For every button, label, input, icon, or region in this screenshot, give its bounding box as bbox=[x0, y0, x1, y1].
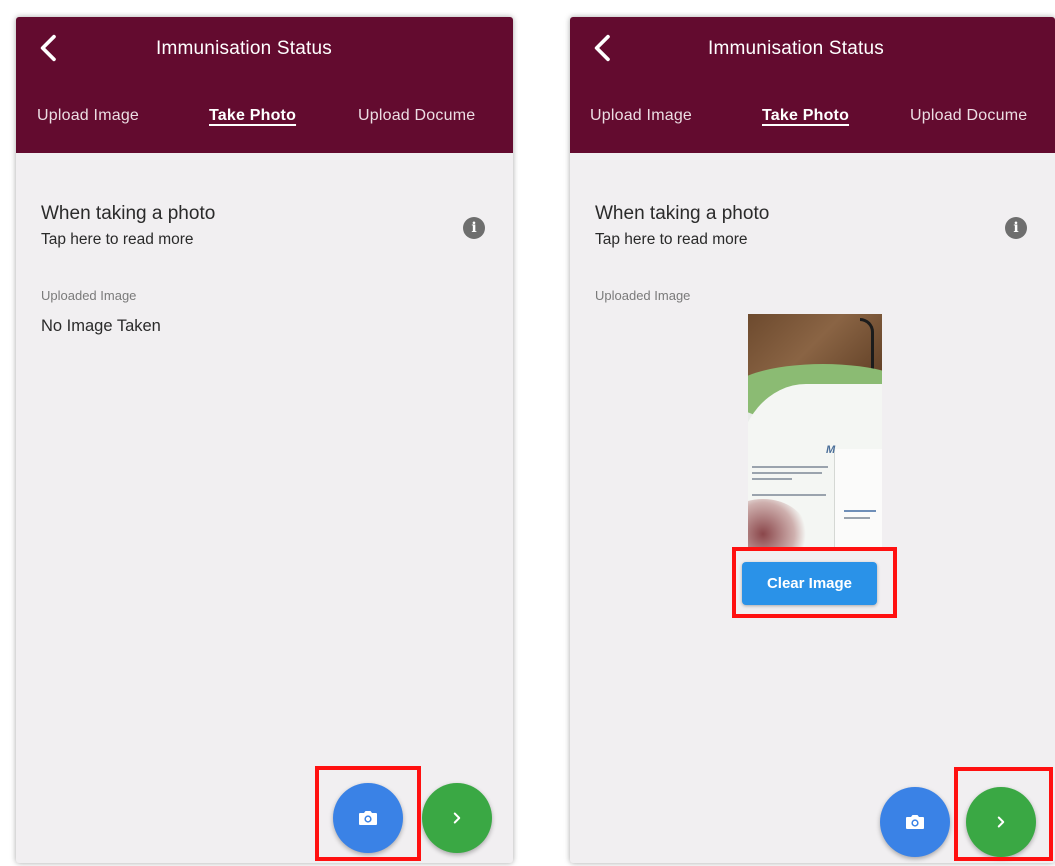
photo-sheet bbox=[834, 449, 882, 547]
photo-info-panel[interactable]: When taking a photo Tap here to read mor… bbox=[595, 203, 1035, 263]
chevron-left-icon bbox=[594, 34, 610, 62]
tab-bar: Upload Image Take Photo Upload Docume bbox=[570, 107, 1055, 137]
photo-info-panel[interactable]: When taking a photo Tap here to read mor… bbox=[41, 203, 493, 263]
app-bar: Immunisation Status Upload Image Take Ph… bbox=[570, 17, 1055, 153]
photo-text-line bbox=[752, 466, 828, 468]
photo-text-line bbox=[844, 517, 870, 519]
tab-take-photo[interactable]: Take Photo bbox=[209, 107, 296, 125]
chevron-left-icon bbox=[40, 34, 56, 62]
tab-upload-document[interactable]: Upload Docume bbox=[358, 107, 475, 125]
back-button[interactable] bbox=[32, 31, 66, 65]
photo-text-line bbox=[752, 494, 826, 496]
photo-text-line bbox=[752, 478, 792, 480]
tab-bar: Upload Image Take Photo Upload Docume bbox=[16, 107, 513, 137]
phone-screen-before: Immunisation Status Upload Image Take Ph… bbox=[16, 17, 513, 863]
uploaded-photo-thumbnail: M bbox=[748, 314, 882, 547]
info-read-more[interactable]: Tap here to read more bbox=[41, 231, 493, 249]
info-icon[interactable]: i bbox=[463, 217, 485, 239]
photo-text-line bbox=[844, 510, 876, 512]
tab-upload-image[interactable]: Upload Image bbox=[590, 107, 692, 125]
next-button[interactable] bbox=[422, 783, 492, 853]
highlight-box-next bbox=[954, 767, 1053, 861]
info-title: When taking a photo bbox=[41, 203, 216, 224]
tab-take-photo[interactable]: Take Photo bbox=[762, 107, 849, 125]
camera-icon bbox=[906, 815, 924, 829]
highlight-box-camera bbox=[315, 766, 421, 861]
tab-upload-image[interactable]: Upload Image bbox=[37, 107, 139, 125]
take-photo-button[interactable] bbox=[880, 787, 950, 857]
no-image-text: No Image Taken bbox=[41, 317, 161, 335]
info-read-more[interactable]: Tap here to read more bbox=[595, 231, 1035, 249]
chevron-right-icon bbox=[453, 812, 461, 824]
info-title: When taking a photo bbox=[595, 203, 770, 224]
uploaded-image-label: Uploaded Image bbox=[595, 288, 691, 303]
info-icon[interactable]: i bbox=[1005, 217, 1027, 239]
highlight-box-clear-image bbox=[732, 547, 897, 618]
back-button[interactable] bbox=[586, 31, 620, 65]
page-title: Immunisation Status bbox=[156, 38, 332, 59]
phone-screen-after: Immunisation Status Upload Image Take Ph… bbox=[570, 17, 1055, 863]
uploaded-image-label: Uploaded Image bbox=[41, 288, 137, 303]
photo-text-line bbox=[752, 472, 822, 474]
tab-upload-document[interactable]: Upload Docume bbox=[910, 107, 1027, 125]
app-bar: Immunisation Status Upload Image Take Ph… bbox=[16, 17, 513, 153]
page-title: Immunisation Status bbox=[708, 38, 884, 59]
photo-document-heading: M bbox=[826, 444, 836, 456]
